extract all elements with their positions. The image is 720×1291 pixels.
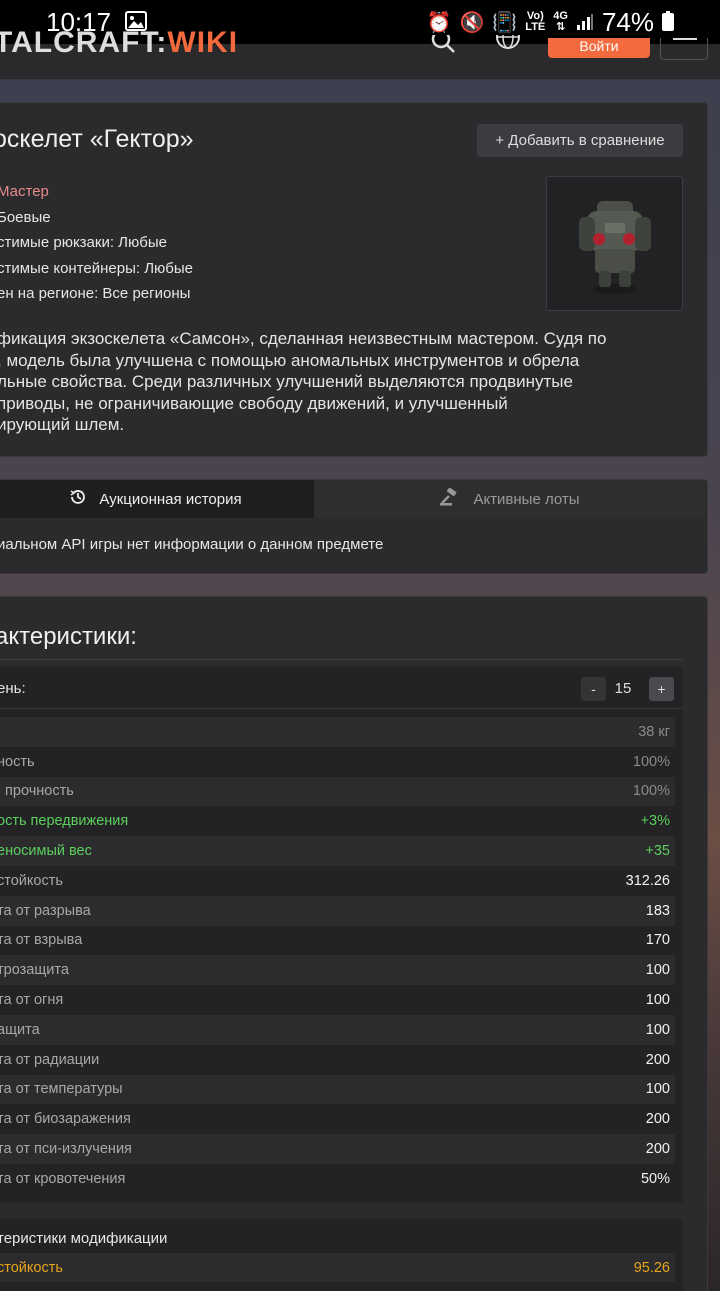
stats-card: актеристики: ень: - 15 + 38 кг ность 100%… [0, 596, 708, 1291]
table-row: стойкость 312.26 [0, 865, 675, 896]
tab-active-lots[interactable]: Активные лоты [314, 480, 705, 518]
battery-level: 74% [601, 6, 654, 37]
table-row: та от температуры 100 [0, 1074, 675, 1105]
table-row: та от кровотечения 50% [0, 1163, 675, 1194]
globe-icon[interactable] [494, 25, 524, 64]
search-icon[interactable] [430, 29, 460, 64]
add-to-compare-button[interactable]: + Добавить в сравнение [477, 124, 683, 157]
divider [0, 659, 683, 660]
battery-icon [662, 7, 674, 38]
table-row: та от взрыва 170 [0, 925, 675, 956]
table-row: та от пси-излучения 200 [0, 1134, 675, 1164]
menu-button[interactable] [660, 38, 708, 60]
table-row: трозащита 100 [0, 955, 675, 986]
auction-card: Аукционная история Активные лоты иальном… [0, 479, 708, 574]
no-info-message: иальном API игры нет информации о данном… [0, 536, 384, 553]
tab-auction-history[interactable]: Аукционная история [0, 480, 314, 518]
item-description: фикация экзоскелета «Самсон», сделанная … [0, 329, 607, 434]
item-containers: стимые контейнеры: Любые [0, 259, 194, 277]
network-gen: 4G ⇅ [553, 10, 568, 33]
modification-title: теристики модификации [0, 1230, 168, 1247]
table-row: ащита 100 [0, 1014, 675, 1045]
volte-indicator: Vo) LTE [525, 10, 546, 33]
table-row: ость передвижения +3% [0, 806, 675, 837]
stats-rows: 38 кг ность 100% . прочность 100% ость пер… [0, 717, 675, 1194]
auction-tabs: Аукционная история Активные лоты [0, 480, 705, 518]
table-row: стойкость 95.26 [0, 1253, 675, 1282]
alarm-icon: ⏰ [426, 11, 452, 34]
vibrate-off-icon: 📳 [492, 11, 518, 34]
table-row: . прочность 100% [0, 776, 675, 807]
gavel-icon [439, 487, 461, 510]
table-row: та от огня 100 [0, 985, 675, 1015]
level-decrement-button[interactable]: - [581, 677, 606, 701]
item-backpacks: стимые рюкзаки: Любые [0, 234, 167, 251]
item-category: Боевые [0, 208, 51, 226]
table-row: та от биозаражения 200 [0, 1104, 675, 1135]
level-value: 15 [614, 680, 632, 697]
level-increment-button[interactable]: + [649, 677, 674, 701]
table-row: 38 кг [0, 717, 675, 747]
table-row: еносимый вес +35 [0, 836, 675, 866]
item-card: оскелет «Гектор» + Добавить в сравнение … [0, 102, 708, 457]
stats-table: ень: - 15 + 38 кг ность 100% . прочность 1… [0, 667, 683, 1203]
modification-stats: теристики модификации стойкость 95.26 [0, 1219, 683, 1291]
item-region: ен на регионе: Все регионы [0, 285, 191, 302]
mute-icon: 🔇 [459, 11, 485, 34]
item-title: оскелет «Гектор» [0, 125, 194, 153]
table-row: ность 100% [0, 746, 675, 777]
site-header: TALCRAFT:WIKI Войти [0, 25, 720, 80]
login-button[interactable]: Войти [548, 38, 650, 58]
history-icon [69, 488, 87, 510]
site-logo[interactable]: TALCRAFT:WIKI [0, 26, 238, 60]
item-rank: Мастер [0, 183, 49, 200]
level-label: ень: [0, 680, 26, 697]
table-row: та от радиации 200 [0, 1044, 675, 1075]
stats-title: актеристики: [0, 623, 137, 650]
item-image [546, 176, 683, 311]
signal-icon [576, 7, 594, 38]
item-properties: Мастер Боевые стимые рюкзаки: Любые стим… [0, 179, 193, 307]
level-row: ень: - 15 + [0, 667, 683, 709]
table-row: та от разрыва 183 [0, 895, 675, 926]
